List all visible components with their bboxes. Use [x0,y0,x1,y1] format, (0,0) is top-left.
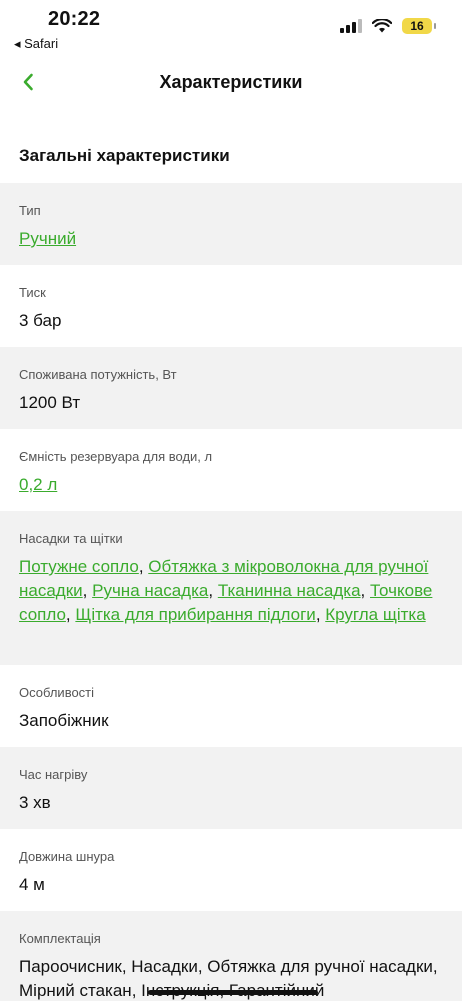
spec-link[interactable]: Потужне сопло [19,557,139,576]
status-bar: 20:22 ◂ Safari 16 [0,0,462,60]
spec-label: Споживана потужність, Вт [19,367,177,382]
spec-label: Комплектація [19,931,101,946]
spec-value: Ручний [19,227,443,251]
spec-row-type: Тип Ручний [0,183,462,265]
spec-row-pressure: Тиск 3 бар [0,265,462,347]
spec-link[interactable]: Тканинна насадка [218,581,361,600]
spec-row-power: Споживана потужність, Вт 1200 Вт [0,347,462,429]
battery-icon: 16 [402,18,436,34]
spec-value: Потужне сопло, Обтяжка з мікроволокна дл… [19,557,433,624]
spec-row-attachments: Насадки та щітки Потужне сопло, Обтяжка … [0,511,462,665]
spec-label: Тип [19,203,41,218]
spec-row-heating: Час нагріву 3 хв [0,747,462,829]
back-to-safari-link[interactable]: ◂ Safari [14,36,58,52]
spec-link[interactable]: Кругла щітка [325,605,425,624]
spec-value: 1200 Вт [19,393,81,412]
spec-label: Довжина шнура [19,849,115,864]
spec-label: Насадки та щітки [19,531,123,546]
spec-value: 3 бар [19,311,62,330]
status-icons: 16 [340,18,436,34]
spec-row-cord: Довжина шнура 4 м [0,829,462,911]
status-time: 20:22 [48,8,101,30]
spec-label: Тиск [19,285,46,300]
home-indicator [148,990,318,995]
page-title: Характеристики [159,72,303,92]
spec-value: 3 хв [19,793,51,812]
signal-icon [340,19,362,33]
spec-label: Час нагріву [19,767,88,782]
spec-row-features: Особливості Запобіжник [0,665,462,747]
spec-label: Ємність резервуара для води, л [19,449,213,464]
characteristics-list: Тип Ручний Тиск 3 бар Споживана потужніс… [0,183,462,1001]
spec-link[interactable]: Щітка для прибирання підлоги [75,605,315,624]
spec-row-package: Комплектація Пароочисник, Насадки, Обтяж… [0,911,462,1001]
spec-value: Запобіжник [19,711,109,730]
section-title: Загальні характеристики [19,146,230,165]
spec-value: 0,2 л [19,473,443,497]
spec-value: 4 м [19,875,45,894]
wifi-icon [372,19,392,33]
spec-link[interactable]: Ручна насадка [92,581,208,600]
spec-link[interactable]: Ручний [19,229,76,248]
spec-link[interactable]: 0,2 л [19,475,57,494]
spec-row-tank: Ємність резервуара для води, л 0,2 л [0,429,462,511]
page-header: Характеристики [0,60,462,106]
spec-label: Особливості [19,685,95,700]
